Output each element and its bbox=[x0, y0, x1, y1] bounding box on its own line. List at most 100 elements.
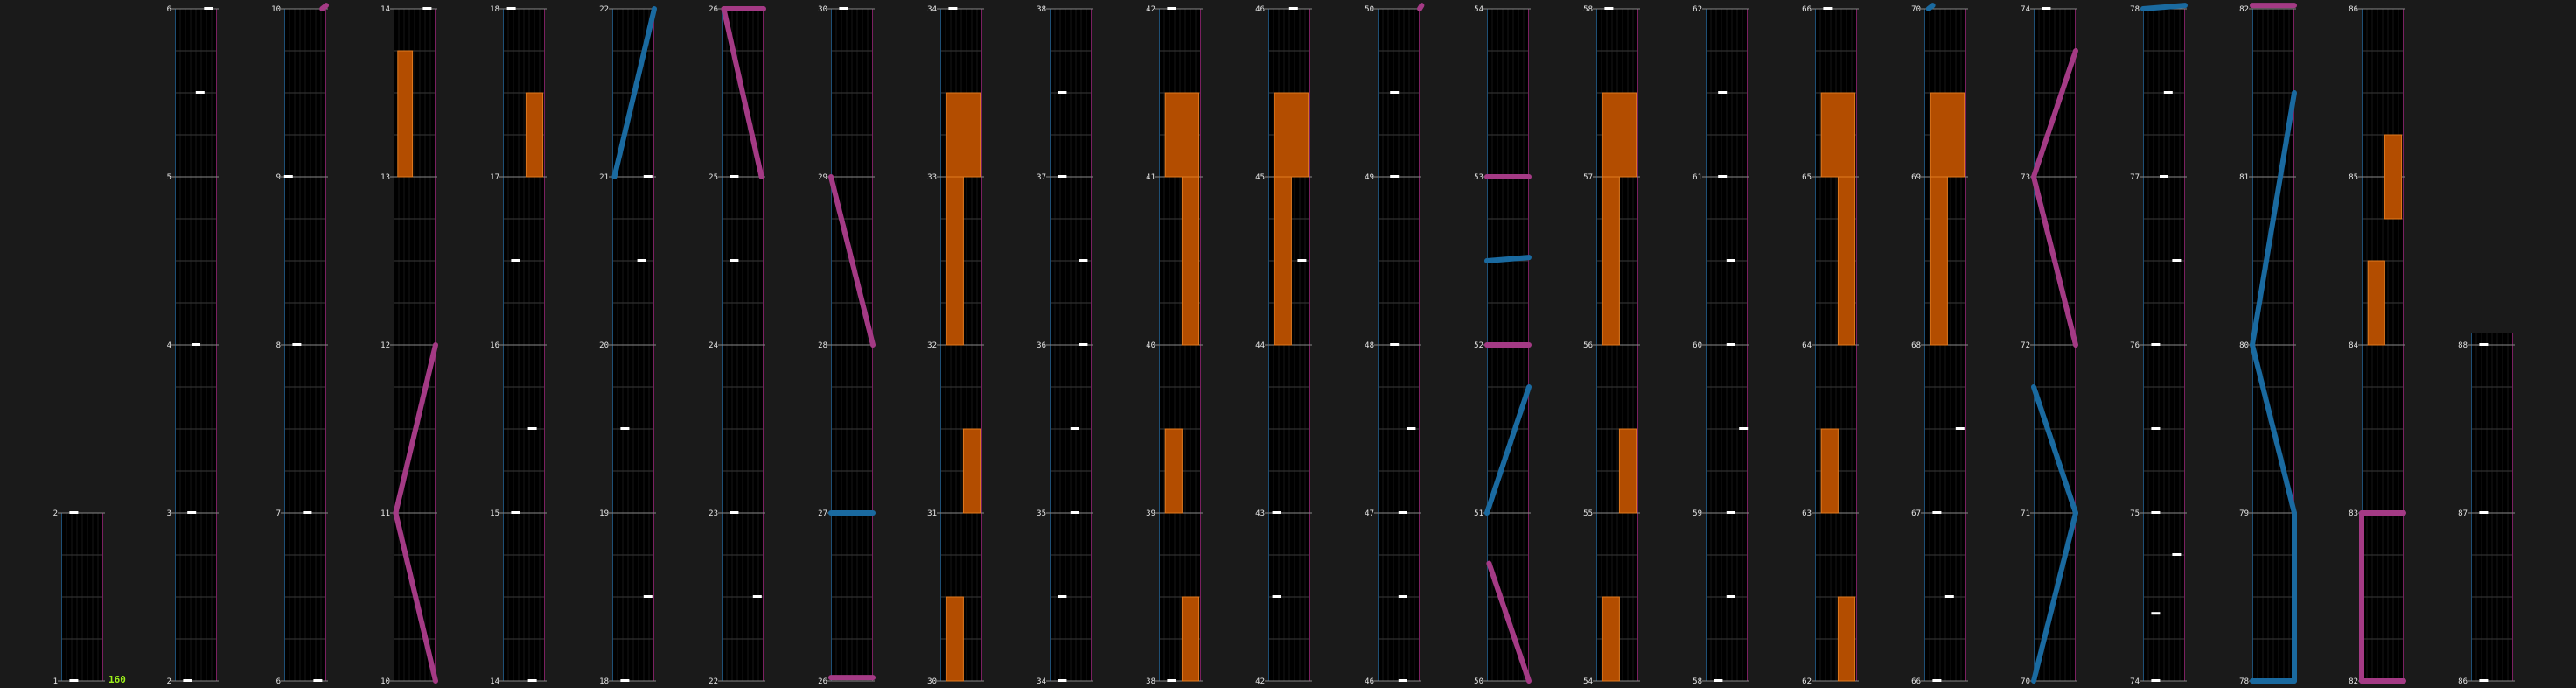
hold-note bbox=[1164, 428, 1183, 514]
tap-note bbox=[620, 427, 630, 430]
slide-note bbox=[1417, 3, 1425, 11]
hold-note bbox=[397, 50, 414, 178]
measure-label: 59 bbox=[1693, 509, 1702, 518]
measure-label: 58 bbox=[1583, 5, 1593, 14]
tap-note bbox=[1823, 7, 1833, 10]
measure-label: 88 bbox=[2458, 341, 2468, 350]
tap-note bbox=[1726, 595, 1735, 598]
tap-note bbox=[1398, 595, 1407, 598]
measure-label: 34 bbox=[927, 5, 937, 14]
hold-note bbox=[1274, 176, 1292, 346]
tap-note bbox=[2151, 427, 2161, 430]
tap-note bbox=[1932, 679, 1942, 682]
measure-label: 29 bbox=[818, 173, 827, 182]
measure-label: 42 bbox=[1255, 677, 1265, 686]
chart-column-0[interactable]: 12 bbox=[53, 509, 105, 686]
tap-note bbox=[643, 175, 653, 178]
measure-label: 23 bbox=[709, 509, 718, 518]
tap-note bbox=[1058, 595, 1067, 598]
measure-label: 31 bbox=[927, 509, 937, 518]
tap-note bbox=[730, 259, 739, 262]
tap-note bbox=[2151, 612, 2161, 615]
tap-note bbox=[527, 427, 537, 430]
hold-note bbox=[1820, 92, 1856, 178]
measure-label: 36 bbox=[1037, 341, 1046, 350]
measure-label: 1 bbox=[53, 677, 58, 686]
chart-column-15[interactable]: 58 59 60 61 62 bbox=[1693, 5, 1749, 686]
measure-label: 81 bbox=[2239, 173, 2249, 182]
tap-note bbox=[1714, 679, 1723, 682]
chart-column-22[interactable]: 86 87 88 bbox=[2458, 333, 2515, 686]
chart-column-18[interactable]: 70 71 72 73 74 bbox=[2021, 5, 2077, 686]
measure-label: 78 bbox=[2130, 5, 2140, 14]
tap-note bbox=[752, 595, 762, 598]
measure-label: 72 bbox=[2021, 341, 2030, 350]
tap-note bbox=[643, 595, 653, 598]
measure-label: 50 bbox=[1365, 5, 1374, 14]
measure-label: 70 bbox=[1911, 5, 1921, 14]
measure-label: 9 bbox=[276, 173, 281, 182]
measure-label: 33 bbox=[927, 173, 937, 182]
tap-note bbox=[183, 679, 192, 682]
chart-column-7[interactable]: 26 27 28 29 30 bbox=[818, 5, 875, 686]
hold-note bbox=[1274, 92, 1309, 178]
hold-note bbox=[962, 428, 981, 514]
measure-label: 62 bbox=[1693, 5, 1702, 14]
measure-label: 6 bbox=[276, 677, 281, 686]
tap-note bbox=[1390, 91, 1400, 94]
tap-note bbox=[2151, 679, 2161, 682]
tap-note bbox=[1944, 595, 1954, 598]
tap-note bbox=[1398, 679, 1407, 682]
chart-column-6[interactable]: 22 23 24 25 26 bbox=[709, 5, 765, 686]
measure-label: 11 bbox=[380, 509, 390, 518]
measure-label: 44 bbox=[1255, 341, 1265, 350]
measure-label: 2 bbox=[53, 509, 58, 518]
measure-label: 51 bbox=[1474, 509, 1483, 518]
measure-label: 12 bbox=[380, 341, 390, 350]
measure-label: 35 bbox=[1037, 509, 1046, 518]
tap-note bbox=[1079, 259, 1088, 262]
measure-label: 2 bbox=[167, 677, 171, 686]
measure-label: 30 bbox=[818, 5, 827, 14]
measure-label: 87 bbox=[2458, 509, 2468, 518]
measure-label: 25 bbox=[709, 173, 718, 182]
chart-column-20[interactable]: 78 79 80 81 82 bbox=[2239, 5, 2296, 686]
tap-note bbox=[1079, 343, 1088, 346]
measure-label: 64 bbox=[1802, 341, 1812, 350]
tap-note bbox=[948, 7, 958, 10]
tap-note bbox=[2160, 175, 2168, 178]
measure-label: 30 bbox=[927, 677, 937, 686]
chart-column-21[interactable]: 82 83 84 85 86 bbox=[2349, 5, 2405, 686]
hold-note bbox=[1164, 92, 1200, 178]
tap-note bbox=[2042, 7, 2051, 10]
chart-column-5[interactable]: 18 19 20 21 22 bbox=[599, 5, 656, 686]
measure-label: 32 bbox=[927, 341, 937, 350]
tap-note bbox=[313, 679, 323, 682]
hold-note bbox=[1820, 428, 1839, 514]
measure-label: 5 bbox=[167, 173, 171, 182]
tap-note bbox=[620, 679, 630, 682]
measure-label: 26 bbox=[709, 5, 718, 14]
measure-label: 83 bbox=[2349, 509, 2358, 518]
tap-note bbox=[527, 679, 537, 682]
measure-label: 84 bbox=[2349, 341, 2358, 350]
hold-note bbox=[1930, 92, 1965, 178]
measure-label: 57 bbox=[1583, 173, 1593, 182]
tap-note bbox=[637, 259, 646, 262]
tap-note bbox=[2479, 511, 2489, 514]
measure-label: 85 bbox=[2349, 173, 2358, 182]
tap-note bbox=[2163, 91, 2173, 94]
measure-label: 73 bbox=[2021, 173, 2030, 182]
chart-editor-canvas[interactable]: 1223456678910101112131414151617181819202… bbox=[0, 0, 2576, 688]
slide-note bbox=[1925, 3, 1936, 11]
measure-label: 41 bbox=[1146, 173, 1155, 182]
measure-label: 79 bbox=[2239, 509, 2249, 518]
measure-label: 22 bbox=[599, 5, 609, 14]
measure-label: 10 bbox=[380, 677, 390, 686]
measure-label: 71 bbox=[2021, 509, 2030, 518]
tap-note bbox=[1932, 511, 1942, 514]
tap-note bbox=[506, 7, 516, 10]
tap-note bbox=[204, 7, 213, 10]
slide-note bbox=[319, 3, 329, 11]
tap-note bbox=[1390, 175, 1400, 178]
